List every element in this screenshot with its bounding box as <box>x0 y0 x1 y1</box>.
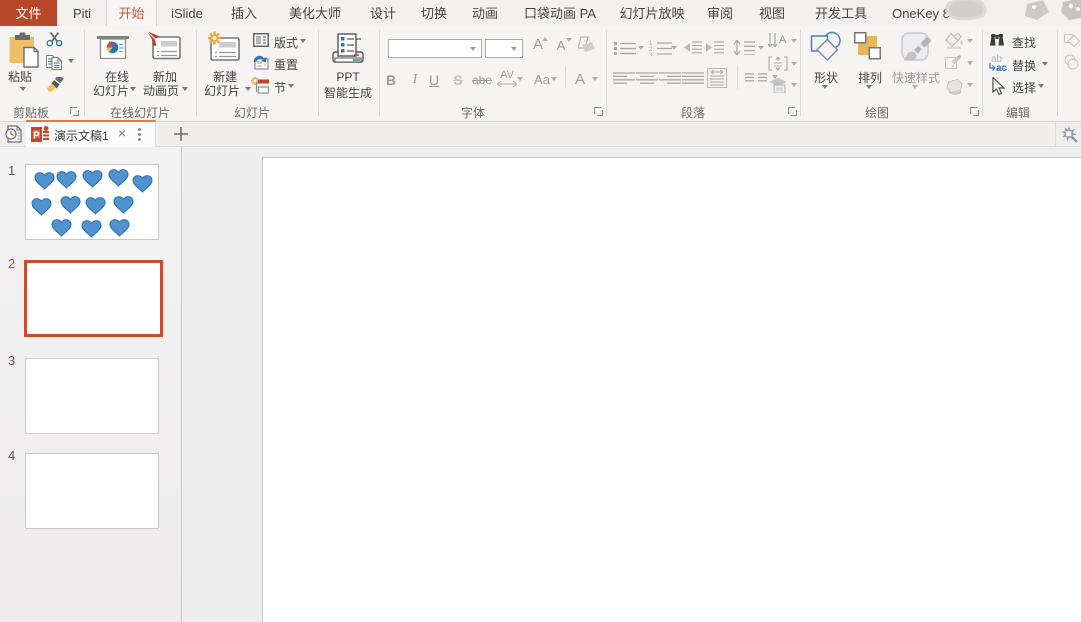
svg-text:3: 3 <box>649 53 653 56</box>
svg-text:ac: ac <box>996 63 1008 72</box>
svg-text:A: A <box>779 34 787 46</box>
svg-text:P: P <box>33 131 40 142</box>
